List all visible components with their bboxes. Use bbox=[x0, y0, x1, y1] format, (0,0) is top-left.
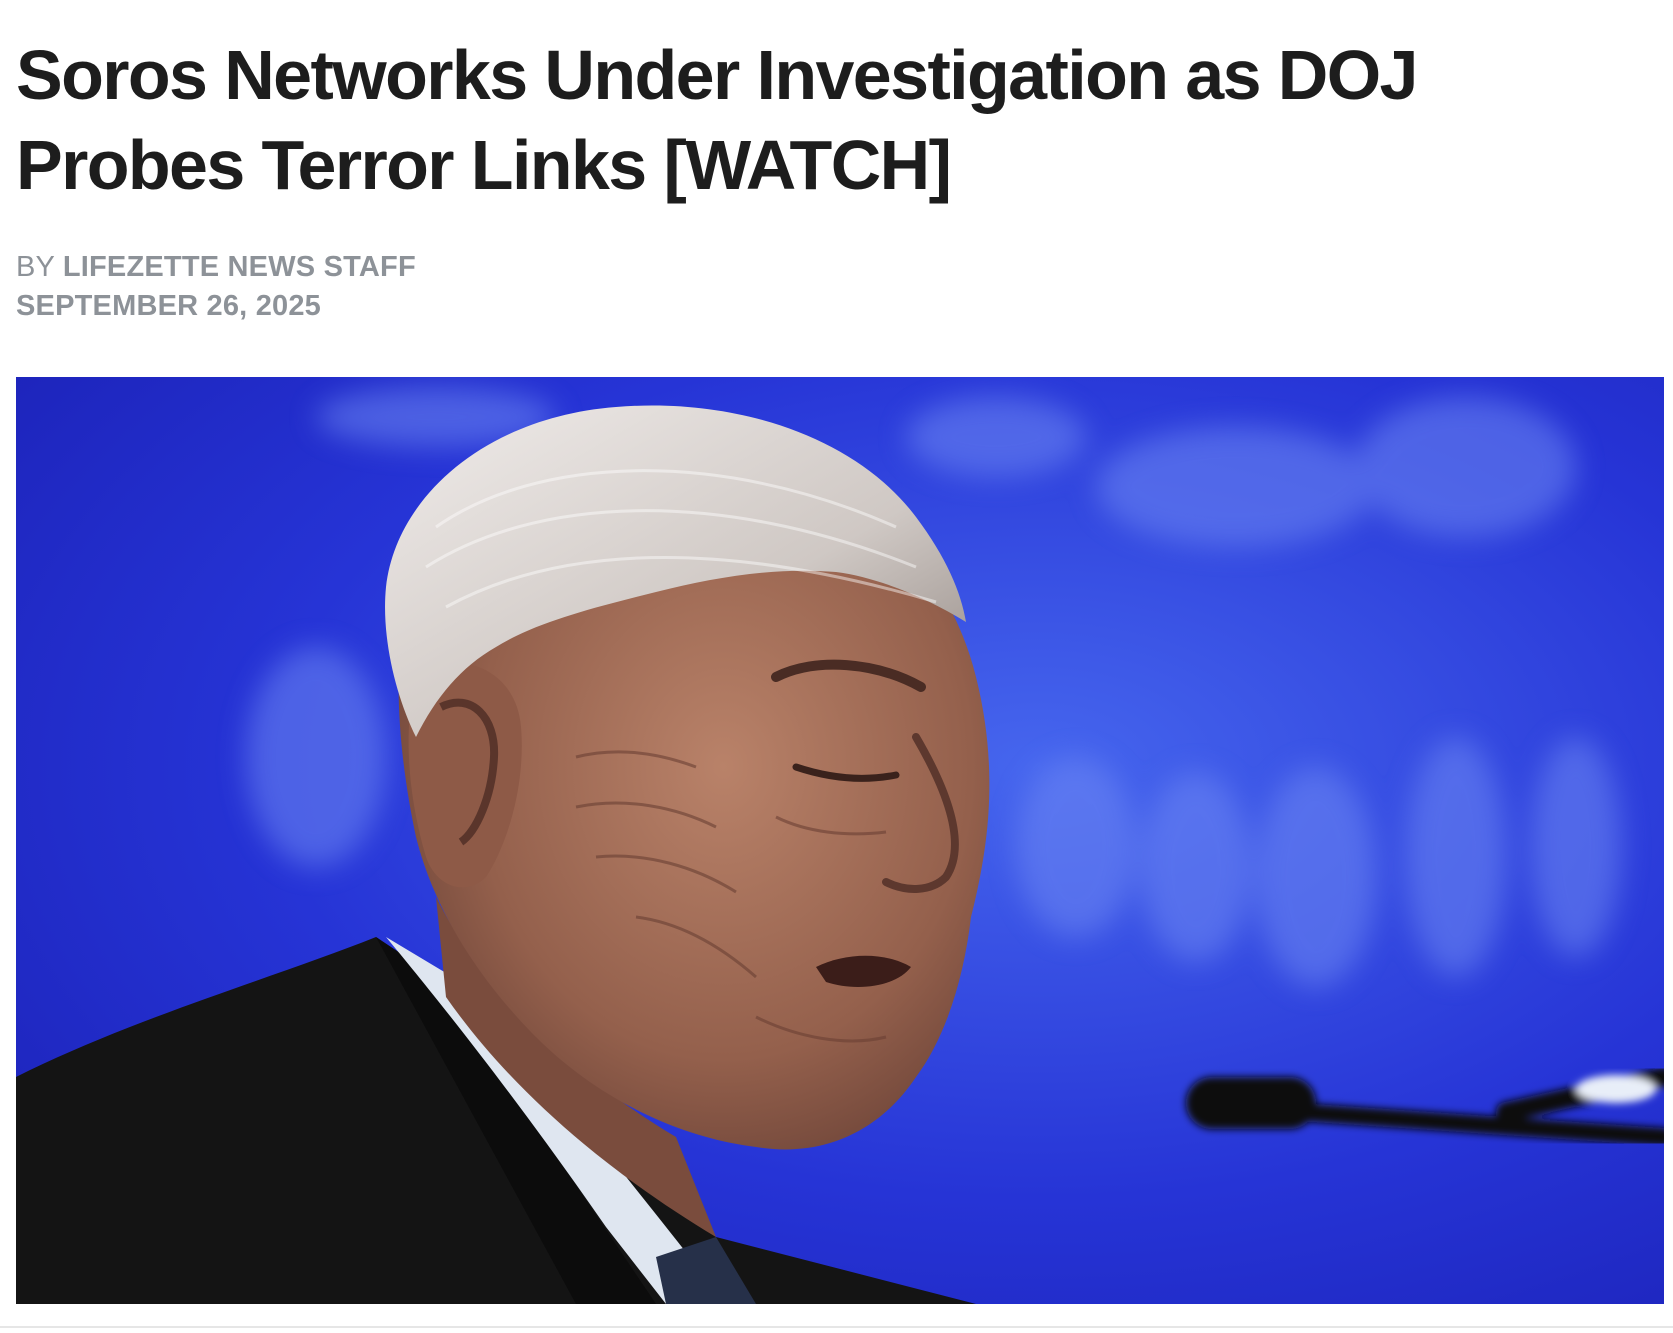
author-link[interactable]: LIFEZETTE NEWS STAFF bbox=[63, 251, 416, 283]
article: Soros Networks Under Investigation as DO… bbox=[0, 0, 1673, 1333]
byline-prefix: BY bbox=[16, 251, 55, 283]
hero-image[interactable] bbox=[16, 377, 1664, 1304]
divider bbox=[0, 1326, 1673, 1328]
article-headline: Soros Networks Under Investigation as DO… bbox=[16, 36, 1418, 204]
byline: BY LIFEZETTE NEWS STAFF bbox=[16, 250, 416, 284]
publish-date: SEPTEMBER 26, 2025 bbox=[16, 290, 322, 322]
hero-photo-illustration bbox=[16, 377, 1664, 1304]
